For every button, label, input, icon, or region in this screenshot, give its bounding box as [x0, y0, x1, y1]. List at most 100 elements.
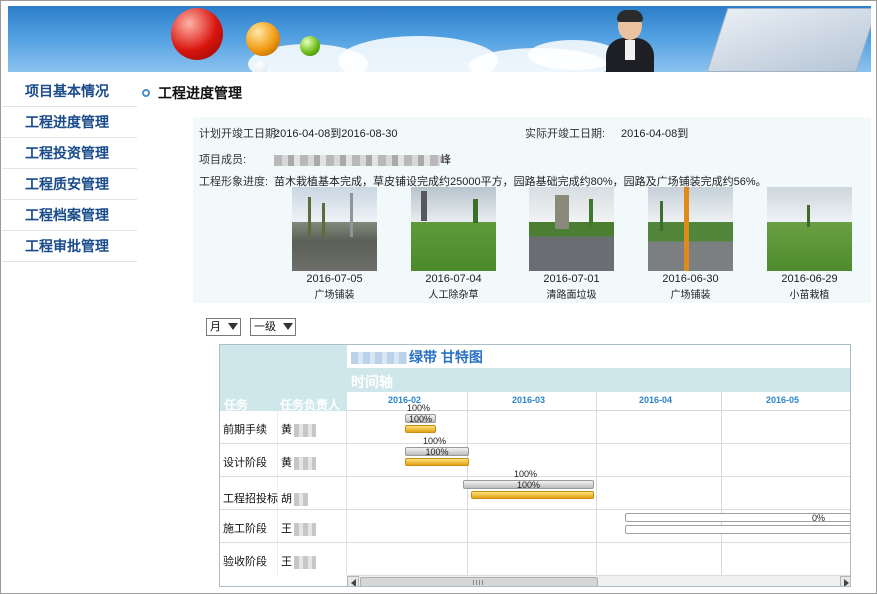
- gantt-row[interactable]: 前期手续 黄 100% 100%: [220, 403, 850, 444]
- task-name: 工程招投标: [223, 493, 278, 505]
- businessman-illustration: [606, 10, 654, 72]
- level-select-value: 一级: [254, 321, 276, 333]
- gantt-row[interactable]: 验收阶段 王: [220, 543, 850, 575]
- progress-photo[interactable]: 2016-07-01 清路面垃圾: [529, 187, 614, 301]
- photo-date: 2016-06-30: [662, 273, 719, 285]
- gantt-chart: 绿带 甘特图 时间轴 任务 任务负责人 2016-02 2016-03 2016…: [219, 344, 851, 587]
- grip-icon: [473, 580, 483, 585]
- chevron-down-icon: [283, 323, 293, 330]
- title-bullet-icon: [142, 89, 150, 97]
- redacted-owner: [294, 423, 316, 437]
- progress-photo-strip: 2016-07-05 广场铺装 2016-07-04 人工除杂草 2016-07…: [292, 187, 870, 303]
- plan-bar[interactable]: 100%: [405, 414, 436, 424]
- photo-thumbnail[interactable]: [529, 187, 614, 271]
- timeline-header: 时间轴: [347, 368, 850, 392]
- photo-date: 2016-07-05: [306, 273, 363, 285]
- sidebar-item-approval[interactable]: 工程审批管理: [2, 231, 137, 262]
- month-label: 2016-04: [639, 395, 673, 405]
- month-label: 2016-05: [766, 395, 800, 405]
- cloud-decoration: [528, 40, 618, 70]
- redacted-names: [274, 154, 440, 166]
- actual-bar[interactable]: [471, 491, 594, 499]
- red-sphere-icon: [171, 8, 223, 60]
- actual-bar[interactable]: [405, 425, 436, 433]
- photo-date: 2016-07-01: [543, 273, 600, 285]
- members-label: 项目成员:: [199, 154, 247, 166]
- progress-label: 工程形象进度:: [199, 176, 269, 188]
- month-label: 2016-03: [512, 395, 546, 405]
- timeline-label: 时间轴: [351, 374, 393, 390]
- plan-bar[interactable]: 100%: [463, 480, 594, 490]
- white-sphere-icon: [254, 60, 268, 72]
- photo-caption: 广场铺装: [670, 290, 711, 301]
- arrow-left-icon: [351, 579, 356, 586]
- photo-date: 2016-07-04: [425, 273, 482, 285]
- scroll-right-button[interactable]: [840, 576, 850, 586]
- task-name: 设计阶段: [223, 457, 267, 469]
- photo-caption: 小苗栽植: [789, 290, 830, 301]
- arrow-right-icon: [844, 579, 849, 586]
- sidebar-item-quality-safety[interactable]: 工程质安管理: [2, 169, 137, 200]
- photo-thumbnail[interactable]: [411, 187, 496, 271]
- level-select[interactable]: 一级: [250, 318, 296, 336]
- photo-thumbnail[interactable]: [767, 187, 852, 271]
- progress-photo[interactable]: 2016-06-30 广场铺装: [648, 187, 733, 301]
- members-tail: 峰: [440, 154, 451, 166]
- sidebar-item-archives[interactable]: 工程档案管理: [2, 200, 137, 231]
- gantt-title: 绿带 甘特图: [351, 347, 483, 367]
- period-select[interactable]: 月: [206, 318, 241, 336]
- redacted-owner: [294, 456, 316, 470]
- task-owner: 胡: [281, 490, 308, 506]
- redacted-owner: [294, 555, 316, 569]
- plan-bar[interactable]: 100%: [405, 447, 469, 457]
- task-name: 施工阶段: [223, 523, 267, 535]
- plan-bar[interactable]: 0%: [625, 513, 850, 523]
- actual-date-label: 实际开竣工日期:: [525, 128, 606, 140]
- photo-caption: 清路面垃圾: [546, 290, 597, 301]
- sidebar-item-progress[interactable]: 工程进度管理: [2, 107, 137, 138]
- progress-photo[interactable]: 2016-07-04 人工除杂草: [411, 187, 496, 301]
- horizontal-scrollbar[interactable]: [347, 575, 850, 586]
- plan-date-label: 计划开竣工日期:: [199, 128, 280, 140]
- plan-percent-label: 100%: [407, 403, 431, 413]
- photo-caption: 广场铺装: [314, 290, 355, 301]
- task-name: 前期手续: [223, 424, 267, 436]
- task-owner: 黄: [281, 454, 316, 470]
- photo-thumbnail[interactable]: [292, 187, 377, 271]
- task-owner: 王: [281, 553, 316, 569]
- gantt-row[interactable]: 施工阶段 王 0%: [220, 510, 850, 543]
- gantt-row[interactable]: 工程招投标 胡 100% 100%: [220, 469, 850, 510]
- laptop-illustration: [706, 8, 871, 72]
- period-select-value: 月: [210, 321, 221, 333]
- task-owner: 王: [281, 520, 316, 536]
- photo-date: 2016-06-29: [781, 273, 838, 285]
- plan-percent-label: 100%: [423, 436, 447, 446]
- progress-photo[interactable]: 2016-07-05 广场铺装: [292, 187, 377, 301]
- photo-caption: 人工除杂草: [428, 290, 479, 301]
- gantt-title-bar: 绿带 甘特图: [347, 345, 850, 368]
- actual-date-value: 2016-04-08到: [621, 128, 689, 140]
- project-info-panel: 计划开竣工日期: 2016-04-08到2016-08-30 实际开竣工日期: …: [193, 117, 871, 303]
- sidebar-nav: 项目基本情况 工程进度管理 工程投资管理 工程质安管理 工程档案管理 工程审批管…: [2, 76, 137, 262]
- task-owner: 黄: [281, 421, 316, 437]
- sidebar-item-investment[interactable]: 工程投资管理: [2, 138, 137, 169]
- scrollbar-thumb[interactable]: [360, 577, 598, 586]
- members-value: 峰: [274, 151, 451, 167]
- redacted-owner: [294, 522, 316, 536]
- page-title: 工程进度管理: [158, 85, 242, 101]
- redacted-project-name: [351, 352, 407, 365]
- task-name: 验收阶段: [223, 556, 267, 568]
- header-banner: [8, 6, 871, 72]
- redacted-owner: [294, 492, 308, 506]
- scroll-left-button[interactable]: [347, 576, 359, 586]
- orange-sphere-icon: [246, 22, 280, 56]
- actual-bar[interactable]: [625, 525, 850, 534]
- progress-photo[interactable]: 2016-06-29 小苗栽植: [767, 187, 852, 301]
- actual-bar[interactable]: [405, 458, 469, 466]
- sidebar-item-project-info[interactable]: 项目基本情况: [2, 76, 137, 107]
- plan-date-value: 2016-04-08到2016-08-30: [274, 128, 398, 140]
- chevron-down-icon: [228, 323, 238, 330]
- green-sphere-icon: [300, 36, 320, 56]
- photo-thumbnail[interactable]: [648, 187, 733, 271]
- plan-percent-label: 100%: [514, 469, 538, 479]
